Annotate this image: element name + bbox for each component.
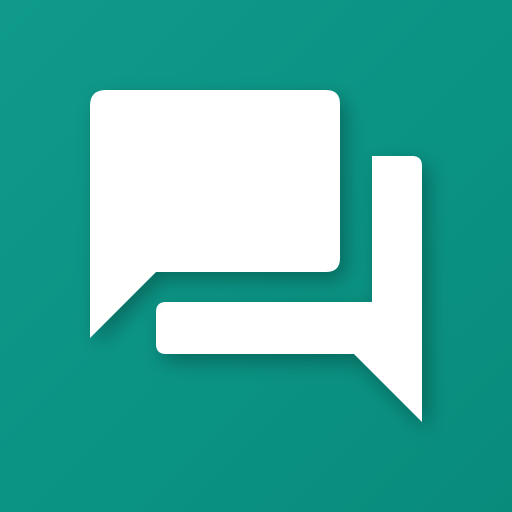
chat-bubble-front-icon — [90, 90, 340, 338]
chat-bubbles-icon — [90, 90, 422, 422]
app-icon — [0, 0, 512, 512]
